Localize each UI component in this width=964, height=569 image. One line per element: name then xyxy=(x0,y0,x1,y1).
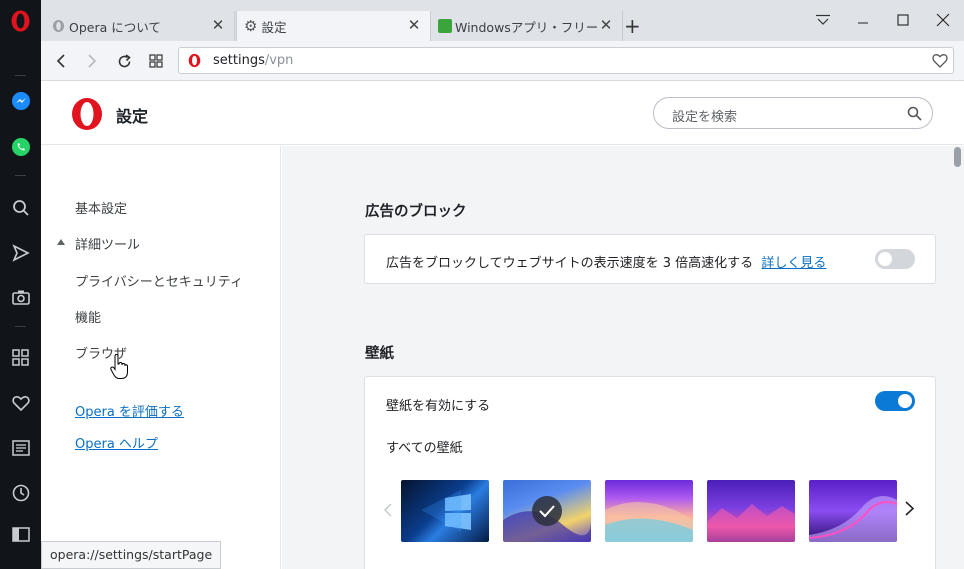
nav-item-advanced[interactable]: 詳細ツール xyxy=(75,234,140,253)
bookmark-heart-icon[interactable] xyxy=(932,53,948,68)
rate-opera-link[interactable]: Opera を評価する xyxy=(75,401,184,420)
close-tab-icon[interactable]: ✕ xyxy=(406,17,422,33)
search-icon[interactable] xyxy=(9,196,32,219)
nav-item-basic[interactable]: 基本設定 xyxy=(75,198,127,217)
wallpaper-thumb-pastel[interactable] xyxy=(605,480,693,542)
settings-search-input[interactable]: 設定を検索 xyxy=(653,97,933,129)
tab-bar: Opera について ✕ ⚙ 設定 ✕ Windowsアプリ・フリーソフトの ✕… xyxy=(41,0,964,41)
scrollbar-thumb[interactable] xyxy=(954,147,961,167)
opera-help-link[interactable]: Opera ヘルプ xyxy=(75,433,158,452)
new-tab-button[interactable]: + xyxy=(624,15,641,37)
wallpaper-thumb-purple-landscape[interactable] xyxy=(707,480,795,542)
page-title: 設定 xyxy=(116,107,149,126)
wallpaper-section-title: 壁紙 xyxy=(365,346,394,362)
wallpaper-thumb-windows[interactable] xyxy=(401,480,489,542)
opera-logo-icon[interactable] xyxy=(10,9,31,33)
tab-menu-icon[interactable] xyxy=(811,8,835,32)
sidebar-divider xyxy=(15,175,26,176)
settings-header: 設定 設定を検索 xyxy=(41,81,964,145)
all-wallpapers-label: すべての壁紙 xyxy=(386,441,463,456)
tab-title: Opera について xyxy=(69,19,161,35)
speed-dial-icon[interactable] xyxy=(9,346,32,369)
maximize-icon[interactable] xyxy=(891,8,915,32)
news-icon[interactable] xyxy=(9,436,32,459)
wallpaper-card: 壁紙を有効にする すべての壁紙 xyxy=(364,376,936,569)
camera-icon[interactable] xyxy=(9,285,32,308)
adblock-toggle[interactable] xyxy=(875,249,915,269)
opera-logo-icon xyxy=(188,53,201,68)
heart-icon[interactable] xyxy=(9,391,32,414)
tab-windows-apps[interactable]: Windowsアプリ・フリーソフトの ✕ xyxy=(432,11,623,41)
tab-settings[interactable]: ⚙ 設定 ✕ xyxy=(236,11,431,41)
reload-icon[interactable] xyxy=(114,51,134,71)
nav-item-privacy[interactable]: プライバシーとセキュリティ xyxy=(75,271,243,290)
collapse-caret-icon[interactable] xyxy=(57,239,65,245)
address-bar: settings/vpn xyxy=(41,41,964,81)
learn-more-link[interactable]: 詳しく見る xyxy=(761,256,826,271)
history-icon[interactable] xyxy=(9,481,32,504)
tab-opera-about[interactable]: Opera について ✕ xyxy=(44,11,235,41)
wallpaper-thumb-violet-curve[interactable] xyxy=(809,480,897,542)
settings-nav: 基本設定 詳細ツール プライバシーとセキュリティ 機能 ブラウザ Opera を… xyxy=(41,146,281,569)
settings-main: 広告のブロック 広告をブロックしてウェブサイトの表示速度を 3 倍高速化する 詳… xyxy=(282,146,951,569)
wallpaper-enable-label: 壁紙を有効にする xyxy=(386,399,491,414)
carousel-prev-icon[interactable] xyxy=(384,503,392,517)
selected-check-icon xyxy=(503,496,591,542)
search-placeholder: 設定を検索 xyxy=(672,110,738,125)
search-icon[interactable] xyxy=(907,106,922,121)
back-icon[interactable] xyxy=(51,51,71,71)
hand-cursor-icon xyxy=(110,354,128,379)
opera-icon xyxy=(53,20,64,32)
tab-grid-icon[interactable] xyxy=(146,51,166,71)
whatsapp-icon[interactable] xyxy=(9,135,32,158)
opera-logo-icon xyxy=(72,98,102,130)
nav-item-features[interactable]: 機能 xyxy=(75,307,101,326)
url-text: settings/vpn xyxy=(213,53,294,68)
minimize-icon[interactable] xyxy=(851,8,875,32)
sidebar-toggle-icon[interactable] xyxy=(9,523,32,546)
messenger-icon[interactable] xyxy=(9,89,32,112)
status-bar: opera://settings/startPage xyxy=(41,541,222,569)
adblock-card: 広告をブロックしてウェブサイトの表示速度を 3 倍高速化する 詳しく見る xyxy=(364,234,936,284)
url-field[interactable]: settings/vpn xyxy=(178,47,954,74)
carousel-next-icon[interactable] xyxy=(905,501,914,516)
page-scrollbar[interactable] xyxy=(951,146,964,569)
close-tab-icon[interactable]: ✕ xyxy=(598,17,614,33)
forward-icon[interactable] xyxy=(82,51,102,71)
send-icon[interactable] xyxy=(9,241,32,264)
tab-title: 設定 xyxy=(261,19,287,35)
close-window-icon[interactable] xyxy=(931,8,955,32)
wallpaper-thumb-blue-waves[interactable] xyxy=(503,480,591,542)
sidebar-divider xyxy=(15,326,26,327)
opera-sidebar xyxy=(0,0,41,569)
gear-icon: ⚙ xyxy=(244,17,258,35)
adblock-description: 広告をブロックしてウェブサイトの表示速度を 3 倍高速化する 詳しく見る xyxy=(386,256,827,271)
site-favicon-icon xyxy=(438,19,452,33)
tab-title: Windowsアプリ・フリーソフトの xyxy=(455,19,597,35)
adblock-section-title: 広告のブロック xyxy=(365,204,467,220)
sidebar-divider xyxy=(15,75,26,76)
wallpaper-toggle[interactable] xyxy=(875,391,915,411)
close-tab-icon[interactable]: ✕ xyxy=(210,17,226,33)
